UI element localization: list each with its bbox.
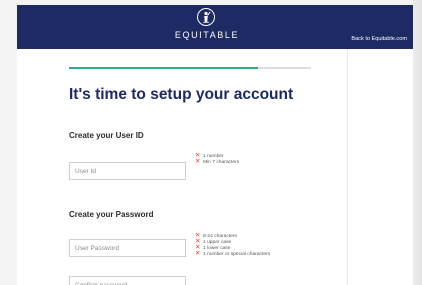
user-id-input[interactable] (69, 162, 186, 180)
rule-text: 1 number or special characters (203, 252, 271, 258)
password-heading: Create your Password (69, 210, 154, 219)
page-title: It's time to setup your account (69, 86, 294, 103)
confirm-password-input[interactable] (69, 276, 186, 285)
x-icon: ✕ (195, 250, 201, 258)
back-to-equitable-link[interactable]: Back to Equitable.com (351, 36, 407, 42)
user-id-heading: Create your User ID (69, 131, 144, 140)
scrollbar[interactable] (413, 0, 422, 285)
brand-name: EQUITABLE (174, 30, 240, 40)
progress-bar (69, 67, 311, 69)
password-rules: ✕ 8-24 characters ✕ 1 upper case ✕ 1 low… (195, 232, 271, 258)
panel-divider (347, 49, 348, 285)
user-id-rules: ✕ 1 number ✕ Min 7 characters (195, 152, 239, 165)
rule-text: 8-24 characters (203, 233, 237, 239)
rule-text: 1 upper case (203, 239, 232, 245)
equitable-logo-icon[interactable] (197, 8, 215, 26)
site-header: EQUITABLE Back to Equitable.com (17, 5, 413, 49)
rule-text: 1 lower case (203, 245, 231, 251)
rule-text: Min 7 characters (203, 159, 240, 165)
progress-fill (69, 67, 258, 69)
rule-item: ✕ Min 7 characters (195, 159, 239, 165)
x-icon: ✕ (195, 158, 201, 166)
rule-item: ✕ 1 number or special characters (195, 250, 271, 258)
rule-text: 1 number (203, 153, 224, 159)
setup-card: It's time to setup your account Create y… (17, 49, 413, 285)
password-input[interactable] (69, 239, 186, 257)
